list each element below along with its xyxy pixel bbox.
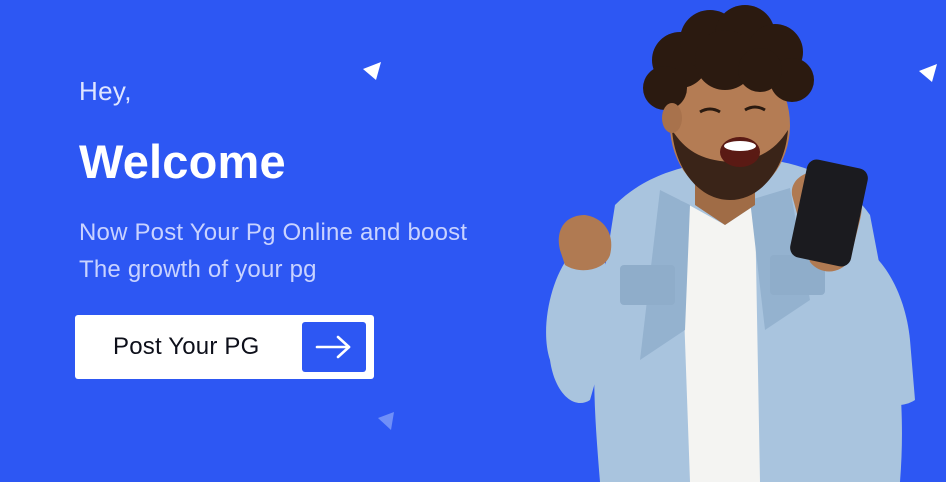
page-title: Welcome [79, 135, 286, 188]
greeting-text: Hey, [79, 76, 132, 106]
welcome-banner: Hey, Welcome Now Post Your Pg Online and… [0, 0, 946, 482]
subtitle-line-1: Now Post Your Pg Online and boost [79, 219, 468, 246]
arrow-right-icon [315, 335, 351, 359]
arrow-button-box[interactable] [302, 322, 366, 372]
subtitle-text: Now Post Your Pg Online and boost The gr… [79, 214, 539, 288]
triangle-decoration-icon [378, 412, 394, 430]
post-your-pg-button[interactable]: Post Your PG [75, 315, 374, 379]
triangle-decoration-icon [363, 62, 381, 80]
subtitle-line-2: The growth of your pg [79, 256, 317, 283]
celebrating-person-illustration [546, 5, 915, 482]
post-your-pg-label: Post Your PG [113, 333, 260, 360]
